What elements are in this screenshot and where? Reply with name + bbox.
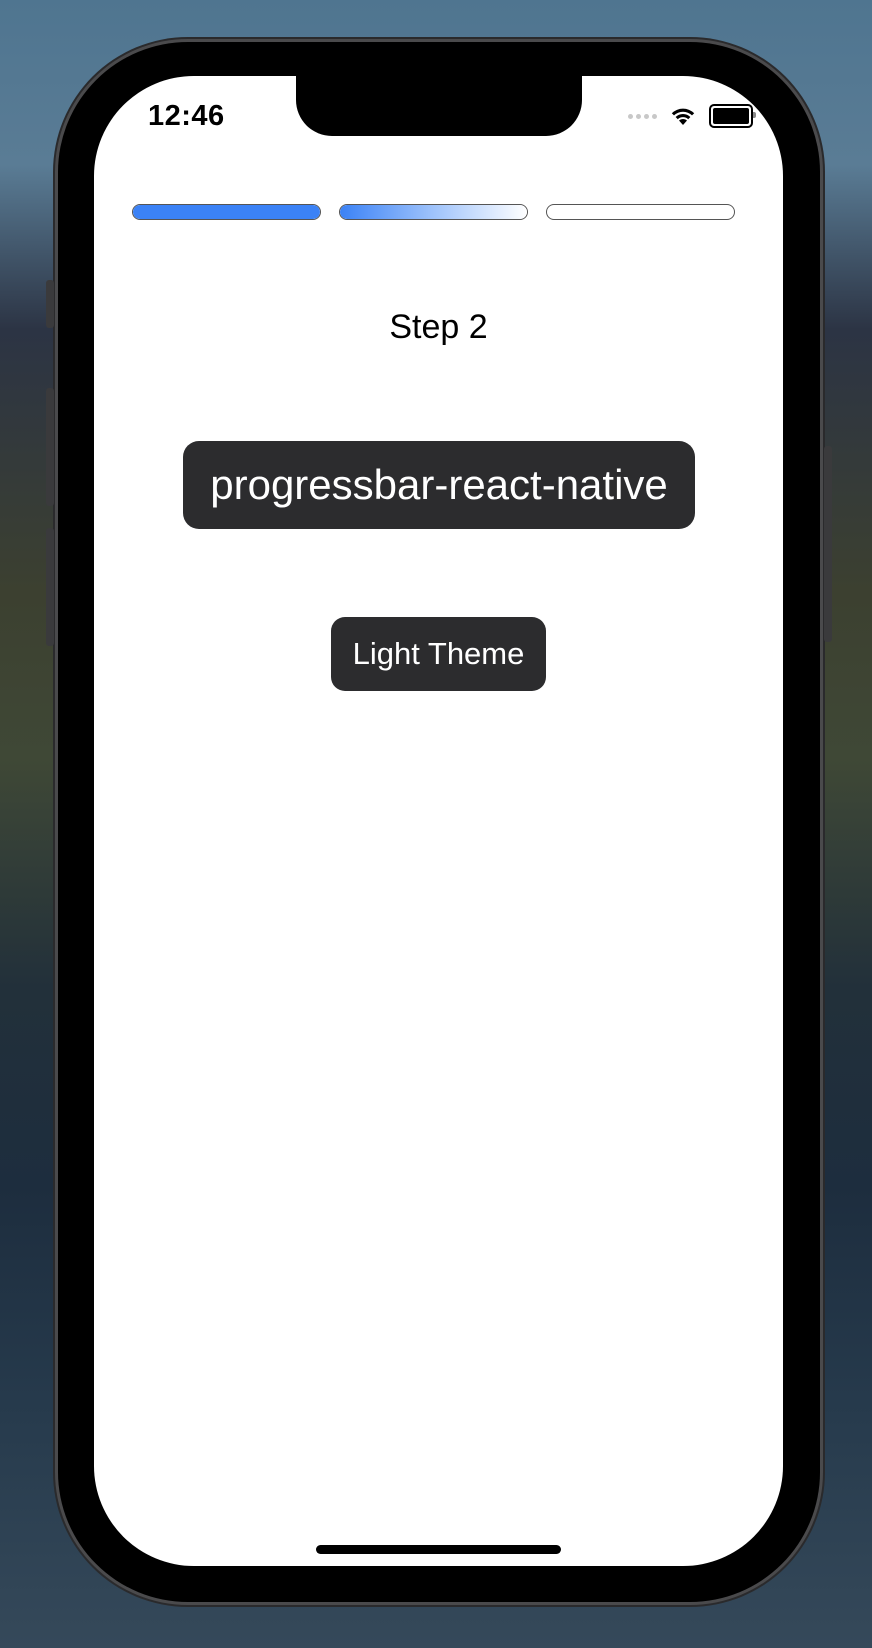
battery-icon: [709, 104, 756, 128]
volume-up-button: [46, 388, 54, 506]
cellular-signal-icon: [628, 113, 657, 119]
step-progress-bar: [132, 204, 735, 220]
power-button: [824, 446, 832, 642]
volume-down-button: [46, 528, 54, 646]
mute-switch: [46, 280, 54, 328]
step-label: Step 2: [389, 308, 488, 346]
progress-segment-fill: [340, 205, 527, 219]
app-screen: 12:46 Step 2 progressbar-react-native Li…: [94, 76, 783, 1566]
camera-notch: [296, 76, 582, 136]
status-icons: [628, 104, 756, 128]
progress-segment-fill: [133, 205, 320, 219]
theme-toggle-button[interactable]: Light Theme: [331, 617, 546, 691]
library-title: progressbar-react-native: [183, 441, 695, 529]
home-indicator[interactable]: [316, 1545, 561, 1554]
progress-segment-1: [132, 204, 321, 220]
wifi-icon: [671, 108, 695, 125]
status-time: 12:46: [148, 100, 225, 132]
progress-segment-2: [339, 204, 528, 220]
progress-segment-3: [546, 204, 735, 220]
